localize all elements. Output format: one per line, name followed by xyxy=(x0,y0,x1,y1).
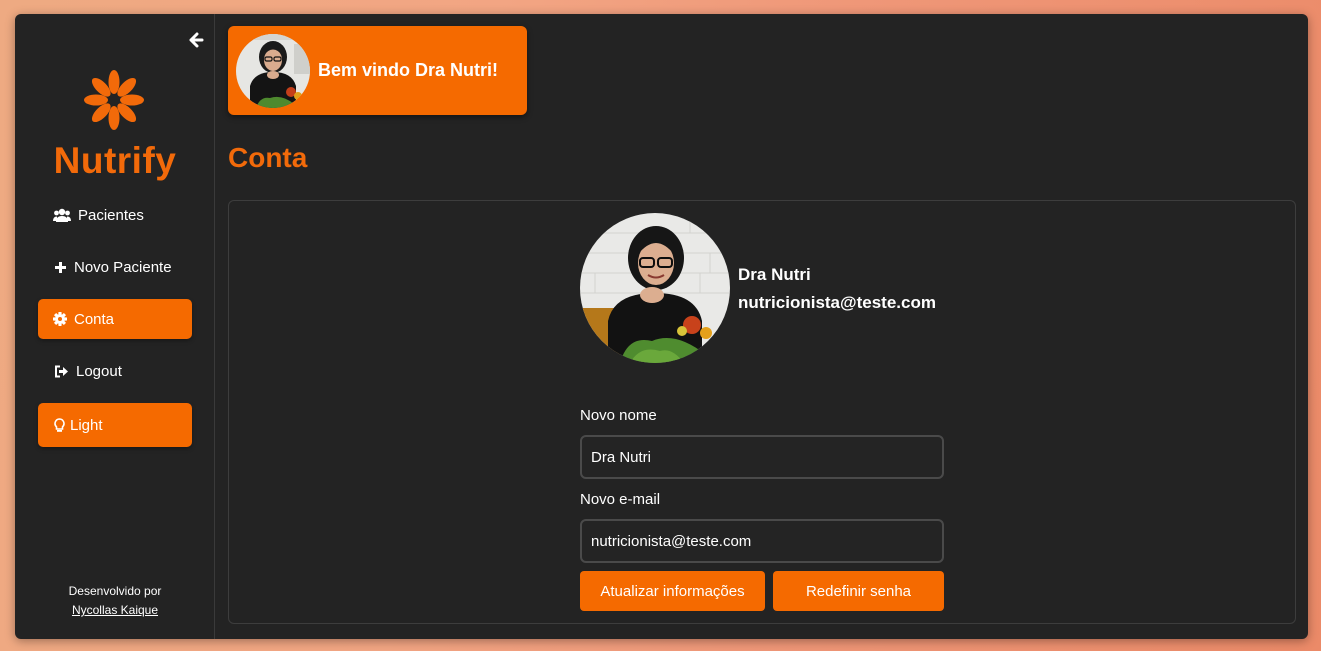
lightbulb-icon xyxy=(53,417,65,433)
reset-password-button[interactable]: Redefinir senha xyxy=(773,571,944,611)
nav-item-conta[interactable]: Conta xyxy=(38,299,192,339)
sidebar-footer: Desenvolvido por Nycollas Kaique xyxy=(15,582,215,620)
nav-label-pacientes: Pacientes xyxy=(78,206,144,224)
welcome-message: Bem vindo Dra Nutri! xyxy=(318,60,499,80)
avatar xyxy=(236,34,310,108)
app-window: Nutrify Pacientes Novo Paciente Conta Lo… xyxy=(15,14,1308,639)
profile-email: nutricionista@teste.com xyxy=(738,293,936,312)
nav-label-novo-paciente: Novo Paciente xyxy=(74,258,172,276)
footer-text: Desenvolvido por xyxy=(68,584,162,598)
update-info-button[interactable]: Atualizar informações xyxy=(580,571,765,611)
page-title: Conta xyxy=(228,142,308,173)
users-icon xyxy=(53,207,71,223)
nav-label-conta: Conta xyxy=(74,310,115,328)
nav-item-logout[interactable]: Logout xyxy=(38,351,192,391)
developer-link[interactable]: Nycollas Kaique xyxy=(72,603,158,617)
logo-icon xyxy=(84,70,144,130)
nav-item-pacientes[interactable]: Pacientes xyxy=(38,195,192,235)
profile-name: Dra Nutri xyxy=(738,265,811,284)
logout-icon xyxy=(53,363,69,379)
gear-icon xyxy=(53,311,67,327)
email-input[interactable] xyxy=(580,519,944,563)
nav-label-logout: Logout xyxy=(76,362,122,380)
name-label: Novo nome xyxy=(580,407,657,424)
profile-avatar xyxy=(580,213,730,363)
plus-icon xyxy=(53,259,67,275)
nav-item-novo-paciente[interactable]: Novo Paciente xyxy=(38,247,192,287)
name-input[interactable] xyxy=(580,435,944,479)
welcome-banner: Bem vindo Dra Nutri! xyxy=(228,26,527,115)
nav-label-light: Light xyxy=(70,416,103,434)
sidebar: Nutrify Pacientes Novo Paciente Conta Lo… xyxy=(15,14,215,639)
collapse-sidebar-icon[interactable] xyxy=(187,32,205,50)
account-card: Dra Nutri nutricionista@teste.com Novo n… xyxy=(228,200,1296,624)
brand-name: Nutrify xyxy=(53,140,177,181)
email-label: Novo e-mail xyxy=(580,491,661,508)
theme-toggle-light[interactable]: Light xyxy=(38,403,192,447)
